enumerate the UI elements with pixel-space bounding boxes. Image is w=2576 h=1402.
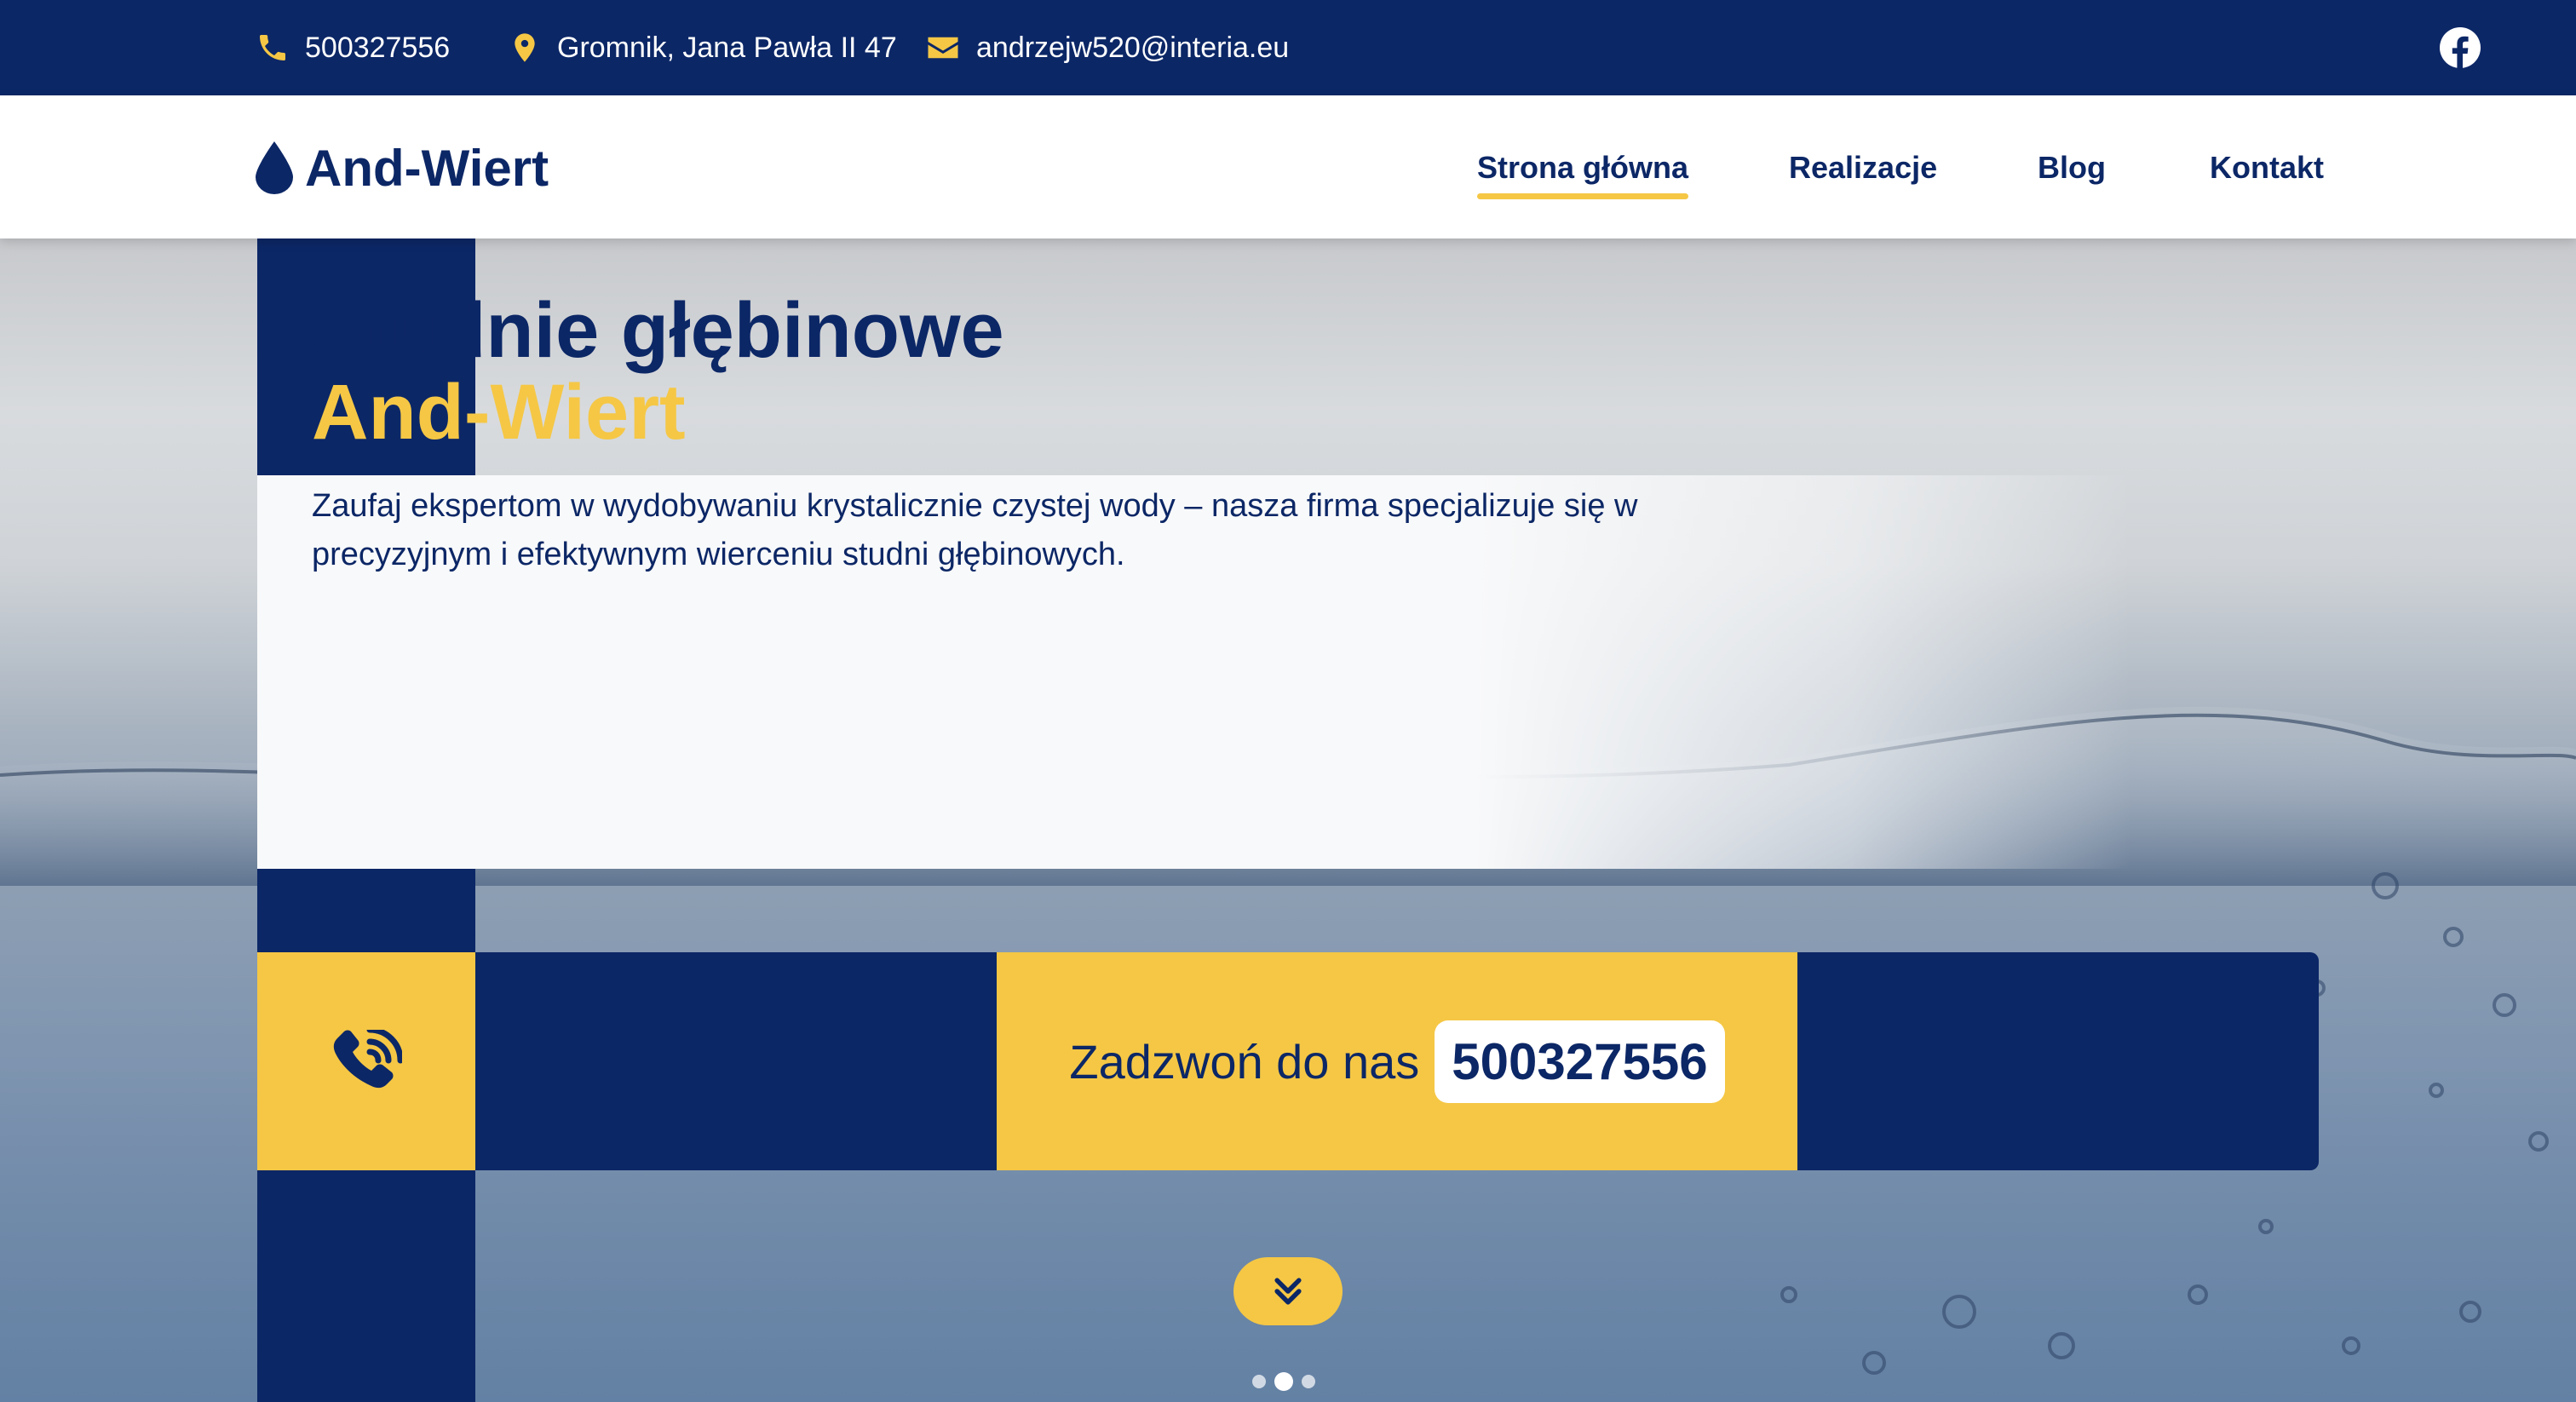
hero-description: Zaufaj ekspertom w wydobywaniu krystalic… xyxy=(312,488,1638,572)
hero-title-brand: And-Wiert xyxy=(312,369,686,456)
slider-dot[interactable] xyxy=(1302,1375,1315,1388)
nav-home[interactable]: Strona główna xyxy=(1477,147,1689,199)
address-text: Gromnik, Jana Pawła II 47 xyxy=(557,31,897,64)
email-contact[interactable]: andrzejw520@interia.eu xyxy=(925,0,1289,95)
nav-blog[interactable]: Blog xyxy=(2038,147,2106,189)
top-info-bar: 500327556 Gromnik, Jana Pawła II 47 andr… xyxy=(0,0,2576,95)
hero-title: Studnie głębinowe xyxy=(312,287,1004,374)
nav-realizacje[interactable]: Realizacje xyxy=(1789,147,1937,189)
envelope-icon xyxy=(928,37,958,59)
nav-kontakt[interactable]: Kontakt xyxy=(2210,147,2324,189)
facebook-icon[interactable] xyxy=(2440,27,2481,68)
phone-ringing-icon xyxy=(333,1030,402,1089)
address-contact: Gromnik, Jana Pawła II 47 xyxy=(508,0,897,95)
phone-icon xyxy=(260,35,285,60)
logo[interactable]: And-Wiert xyxy=(256,138,549,198)
phone-contact[interactable]: 500327556 xyxy=(256,0,450,95)
slider-dot[interactable] xyxy=(1252,1375,1266,1388)
location-pin-icon xyxy=(515,33,535,62)
double-chevron-down-icon xyxy=(1274,1278,1302,1305)
main-navbar: And-Wiert Strona główna Realizacje Blog … xyxy=(0,95,2576,238)
email-text: andrzejw520@interia.eu xyxy=(976,31,1290,64)
phone-number: 500327556 xyxy=(305,31,451,64)
slider-dot-active[interactable] xyxy=(1274,1372,1293,1391)
slider-dots xyxy=(1252,1371,1315,1392)
water-drop-icon xyxy=(256,141,293,194)
cta-label: Zadzwoń do nas xyxy=(1069,1034,1420,1089)
scroll-down-button[interactable] xyxy=(1233,1257,1343,1325)
cta-call-block[interactable]: Zadzwoń do nas 500327556 xyxy=(997,952,1797,1170)
cta-phone-box[interactable] xyxy=(257,952,475,1170)
cta-phone-number[interactable]: 500327556 xyxy=(1435,1020,1725,1103)
logo-text: And-Wiert xyxy=(305,139,549,197)
